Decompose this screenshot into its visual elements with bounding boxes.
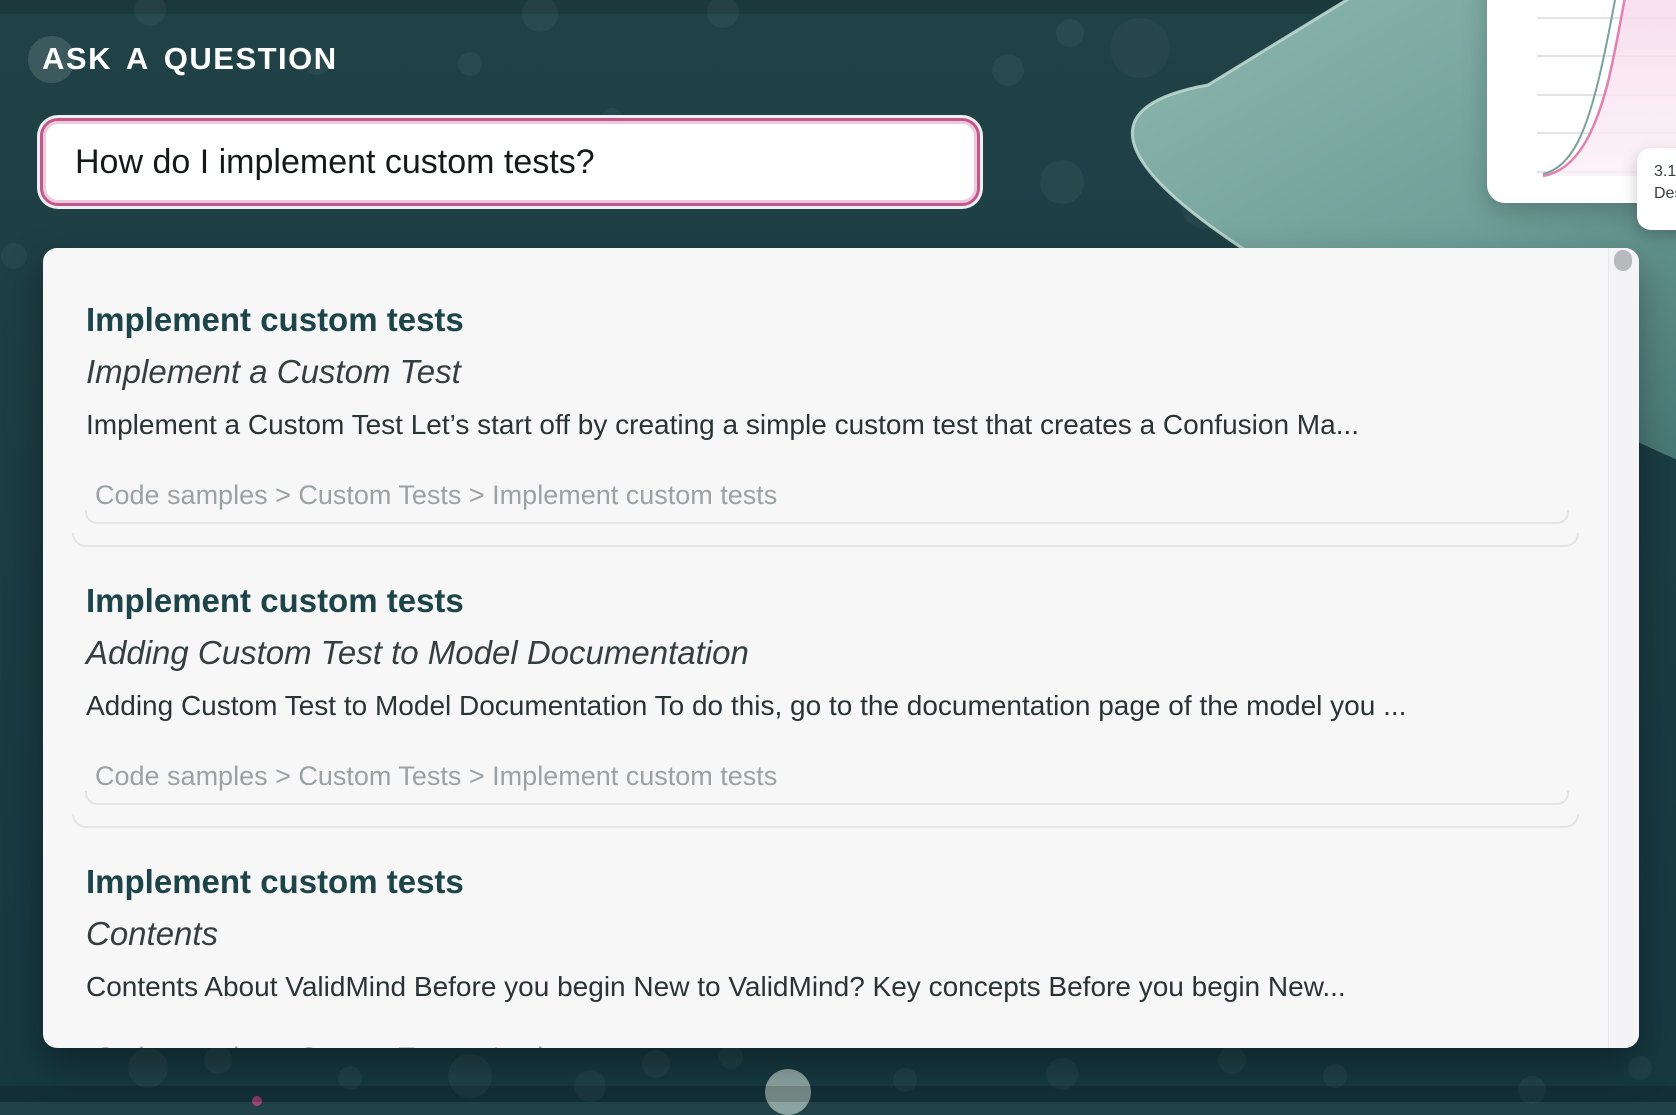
scrollbar-thumb[interactable] xyxy=(1614,250,1632,271)
background-dot xyxy=(522,0,558,32)
background-bottom-band xyxy=(0,1086,1676,1102)
background-dot xyxy=(642,1050,670,1078)
result-snippet: Implement a Custom Test Let’s start off … xyxy=(86,407,1569,443)
result-breadcrumb: Code samples > Custom Tests > Implement … xyxy=(86,1042,1569,1048)
results-list: Implement custom tests Implement a Custo… xyxy=(43,248,1609,1048)
question-input[interactable] xyxy=(43,121,977,203)
background-dot xyxy=(458,52,482,76)
background-dot xyxy=(1628,1056,1652,1080)
result-separator xyxy=(72,814,1579,828)
background-dot xyxy=(1323,1064,1347,1088)
result-subtitle: Implement a Custom Test xyxy=(86,352,1569,392)
result-separator xyxy=(85,791,1569,805)
result-subtitle: Contents xyxy=(86,914,1569,954)
results-scrollbar[interactable] xyxy=(1608,248,1639,1048)
result-title: Implement custom tests xyxy=(86,581,1569,621)
result-breadcrumb: Code samples > Custom Tests > Implement … xyxy=(86,761,1569,791)
chart-caption-line2: Des xyxy=(1654,183,1676,205)
search-result[interactable]: Implement custom tests Adding Custom Tes… xyxy=(43,547,1609,791)
background-dot xyxy=(1,243,27,269)
result-separator xyxy=(72,533,1579,547)
page-title: ASK A QUESTION xyxy=(42,41,338,77)
background-dot xyxy=(134,0,166,26)
result-subtitle: Adding Custom Test to Model Documentatio… xyxy=(86,633,1569,673)
question-input-box xyxy=(40,118,980,206)
result-separator xyxy=(85,510,1569,524)
background-dot xyxy=(204,1046,232,1074)
background-dot xyxy=(1218,1046,1246,1074)
background-dot xyxy=(707,0,739,28)
chart-caption-line1: 3.1 I xyxy=(1654,161,1676,183)
result-snippet: Adding Custom Test to Model Documentatio… xyxy=(86,688,1569,724)
background-dot xyxy=(719,1045,743,1069)
result-title: Implement custom tests xyxy=(86,300,1569,340)
result-breadcrumb: Code samples > Custom Tests > Implement … xyxy=(86,480,1569,510)
search-result[interactable]: Implement custom tests Implement a Custo… xyxy=(43,248,1609,510)
ask-a-question-screen: { "header": { "label": "ASK A QUESTION" … xyxy=(0,0,1676,1102)
search-result[interactable]: Implement custom tests Contents Contents… xyxy=(43,828,1609,1048)
chart-caption-card: 3.1 I Des xyxy=(1637,148,1676,230)
result-title: Implement custom tests xyxy=(86,862,1569,902)
results-panel: Implement custom tests Implement a Custo… xyxy=(43,248,1639,1048)
result-snippet: Contents About ValidMind Before you begi… xyxy=(86,969,1569,1005)
background-dot xyxy=(128,1048,168,1088)
